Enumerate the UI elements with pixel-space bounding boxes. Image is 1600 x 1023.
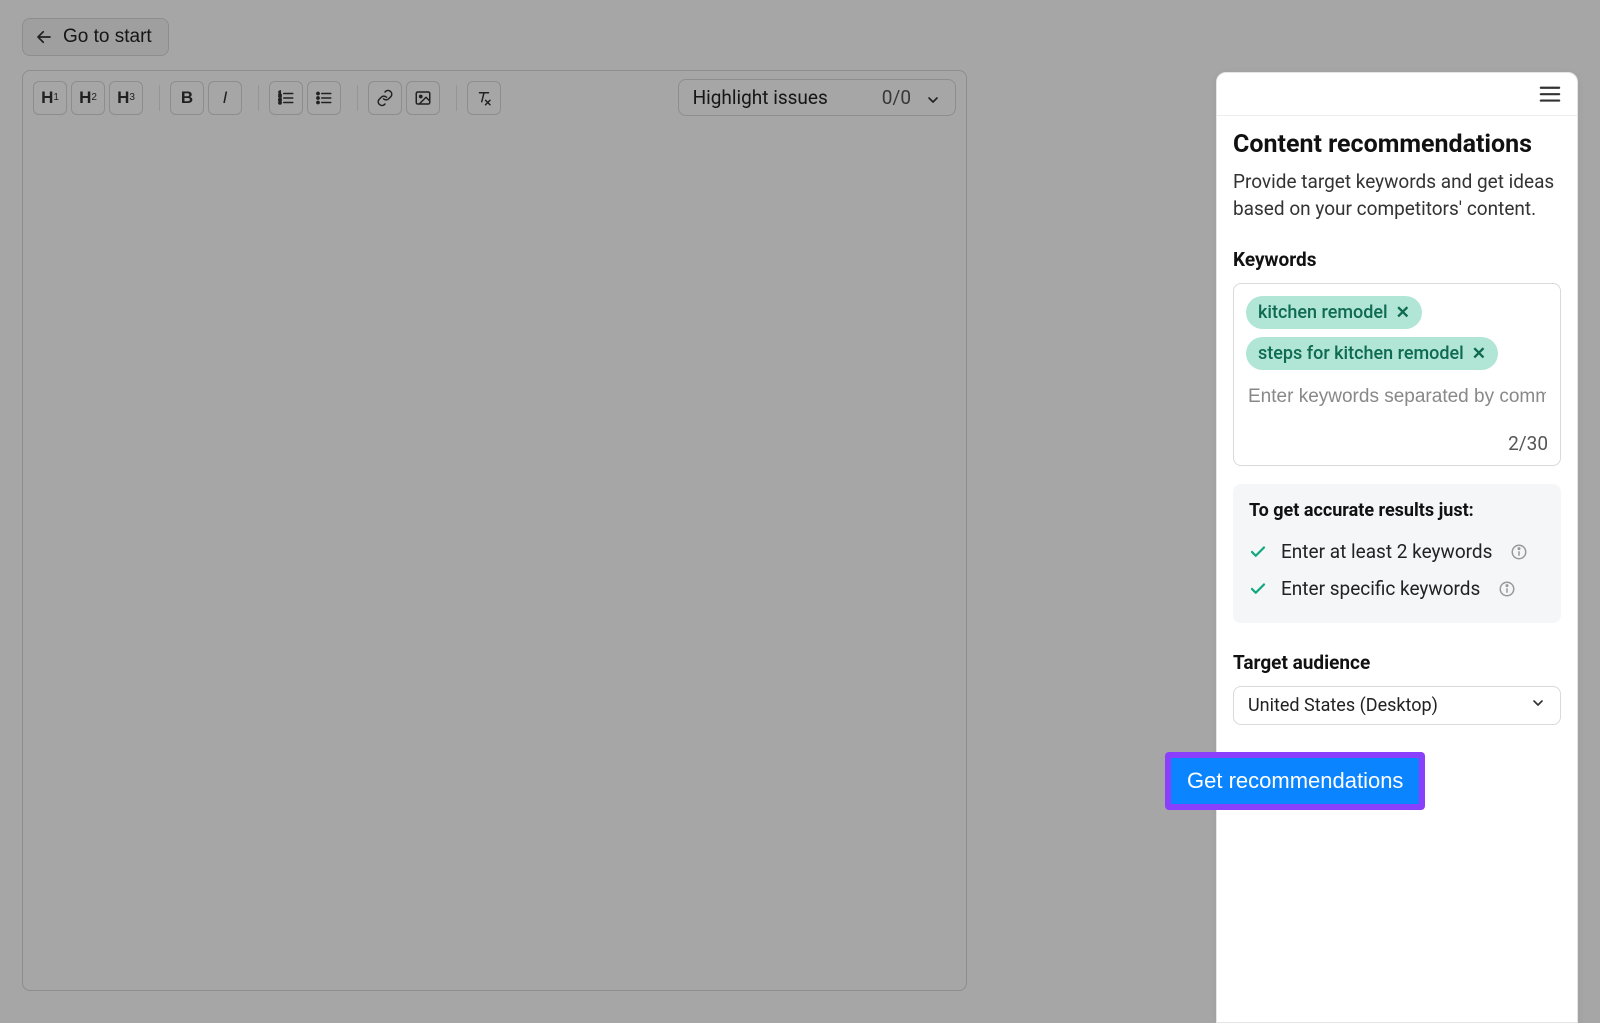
tip-row: Enter at least 2 keywords bbox=[1249, 533, 1545, 570]
unordered-list-button[interactable] bbox=[307, 81, 341, 115]
target-audience-select[interactable]: United States (Desktop) bbox=[1233, 686, 1561, 725]
italic-button[interactable]: I bbox=[208, 81, 242, 115]
tip-text: Enter specific keywords bbox=[1281, 577, 1480, 600]
ordered-list-button[interactable]: 123 bbox=[269, 81, 303, 115]
get-recommendations-button[interactable]: Get recommendations bbox=[1171, 758, 1419, 804]
tips-box: To get accurate results just: Enter at l… bbox=[1233, 484, 1561, 623]
remove-tag-icon[interactable]: ✕ bbox=[1396, 303, 1410, 323]
keywords-input-box[interactable]: kitchen remodel✕steps for kitchen remode… bbox=[1233, 283, 1561, 466]
highlight-issues-count: 0/0 bbox=[882, 86, 911, 109]
get-recommendations-highlight: Get recommendations bbox=[1165, 752, 1425, 810]
panel-subtitle: Provide target keywords and get ideas ba… bbox=[1233, 169, 1561, 222]
panel-title: Content recommendations bbox=[1233, 130, 1561, 159]
go-to-start-button[interactable]: Go to start bbox=[22, 18, 169, 56]
tips-title: To get accurate results just: bbox=[1249, 500, 1545, 521]
keyword-tag: steps for kitchen remodel ✕ bbox=[1246, 337, 1498, 370]
keyword-tag: kitchen remodel ✕ bbox=[1246, 296, 1422, 329]
chevron-down-icon bbox=[1530, 695, 1546, 716]
bold-button[interactable]: B bbox=[170, 81, 204, 115]
keyword-tag-label: kitchen remodel bbox=[1258, 302, 1388, 323]
h2-button[interactable]: H2 bbox=[71, 81, 105, 115]
remove-tag-icon[interactable]: ✕ bbox=[1472, 344, 1486, 364]
target-audience-label: Target audience bbox=[1233, 651, 1561, 674]
keywords-label: Keywords bbox=[1233, 248, 1561, 271]
arrow-left-icon bbox=[35, 28, 53, 46]
svg-text:3: 3 bbox=[279, 100, 282, 106]
clear-format-button[interactable] bbox=[467, 81, 501, 115]
chevron-down-icon bbox=[925, 90, 941, 106]
info-icon[interactable] bbox=[1498, 580, 1516, 598]
h1-button[interactable]: H1 bbox=[33, 81, 67, 115]
highlight-issues-label: Highlight issues bbox=[693, 86, 828, 109]
keyword-tag-label: steps for kitchen remodel bbox=[1258, 343, 1464, 364]
info-icon[interactable] bbox=[1510, 543, 1528, 561]
tip-row: Enter specific keywords bbox=[1249, 570, 1545, 607]
go-to-start-label: Go to start bbox=[63, 26, 152, 48]
content-recommendations-panel: Content recommendations Provide target k… bbox=[1216, 72, 1578, 1023]
keywords-count: 2/30 bbox=[1246, 432, 1548, 455]
highlight-issues-dropdown[interactable]: Highlight issues 0/0 bbox=[678, 79, 956, 116]
menu-icon[interactable] bbox=[1539, 85, 1561, 103]
h3-button[interactable]: H3 bbox=[109, 81, 143, 115]
editor: H1 H2 H3 B I 123 bbox=[22, 70, 967, 991]
image-button[interactable] bbox=[406, 81, 440, 115]
check-icon bbox=[1249, 543, 1267, 561]
tip-text: Enter at least 2 keywords bbox=[1281, 540, 1492, 563]
keywords-input[interactable] bbox=[1246, 380, 1548, 414]
check-icon bbox=[1249, 580, 1267, 598]
link-button[interactable] bbox=[368, 81, 402, 115]
editor-toolbar: H1 H2 H3 B I 123 bbox=[23, 71, 966, 124]
target-audience-value: United States (Desktop) bbox=[1248, 695, 1438, 716]
